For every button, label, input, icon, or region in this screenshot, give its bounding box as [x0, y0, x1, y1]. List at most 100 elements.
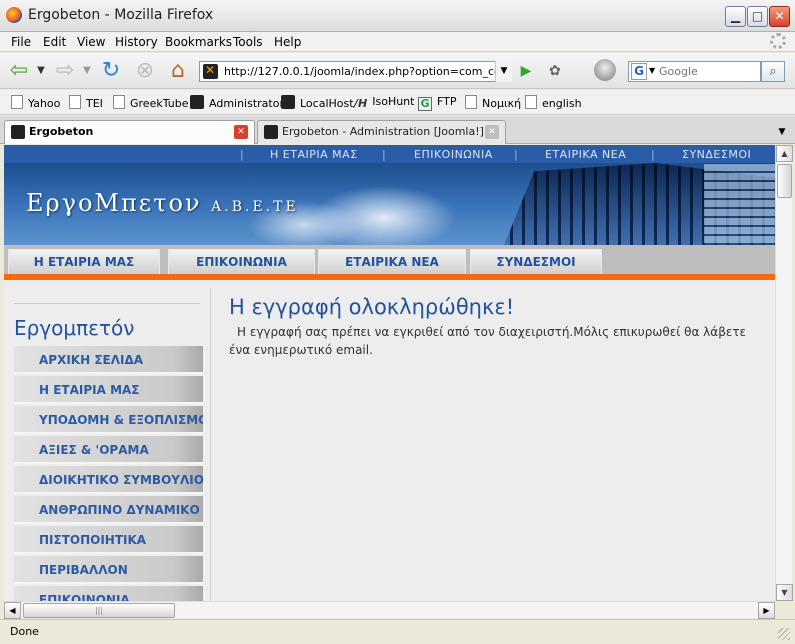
sidebar-item-contact[interactable]: ΕΠΙΚΟΙΝΩΝΙΑ [14, 586, 203, 601]
page-title: Η εγγραφή ολοκληρώθηκε! [229, 295, 515, 319]
g-icon: G [418, 97, 432, 111]
tab-ergobeton[interactable]: Ergobeton ✕ [4, 120, 255, 144]
status-text: Done [10, 625, 39, 638]
search-box[interactable]: G ▼ [628, 61, 761, 82]
page-icon [525, 95, 537, 109]
bookmark-administrator[interactable]: Administrator [190, 95, 284, 111]
sidebar-item-board[interactable]: ΔΙΟΙΚΗΤΙΚΟ ΣΥΜΒΟΥΛΙΟ [14, 466, 203, 494]
sidebar-rule [14, 303, 200, 304]
firefox-logo-icon [6, 7, 22, 23]
maximize-button[interactable]: □ [747, 6, 768, 27]
topnav-company[interactable]: Η ΕΤΑΙΡΙΑ ΜΑΣ [270, 148, 358, 161]
isohunt-icon: /H [354, 97, 368, 110]
tab-strip: Ergobeton ✕ Ergobeton - Administration [… [0, 116, 795, 144]
back-history-dropdown[interactable]: ▼ [34, 58, 48, 84]
menu-view[interactable]: View [77, 35, 105, 49]
joomla-favicon-icon [203, 63, 218, 79]
bookmark-nomiki[interactable]: Νομική [465, 95, 521, 111]
vertical-scrollbar[interactable]: ▲ ▼ [775, 145, 793, 601]
bookmarks-toolbar: Yahoo TEI GreekTube Administrator LocalH… [0, 90, 795, 115]
sidebar-item-infrastructure[interactable]: ΥΠΟΔΟΜΗ & ΕΞΟΠΛΙΣΜΟΣ [14, 406, 203, 434]
menu-history[interactable]: History [115, 35, 158, 49]
stop-icon[interactable]: ⊗ [132, 58, 158, 84]
sidebar-heading: Εργομπετόν [14, 316, 135, 340]
site-tab-news[interactable]: ΕΤΑΙΡΙΚΑ ΝΕΑ [318, 249, 466, 274]
page-icon [465, 95, 477, 109]
scroll-up-icon[interactable]: ▲ [776, 145, 793, 162]
navigation-toolbar: ⇦ ▼ ⇨ ▼ ↻ ⊗ ⌂ http://127.0.0.1/joomla/in… [0, 53, 795, 89]
tab-administration[interactable]: Ergobeton - Administration [Joomla!] ✕ [257, 120, 506, 144]
horizontal-scroll-thumb[interactable]: ||| [23, 603, 175, 618]
close-tab-icon[interactable]: ✕ [485, 125, 499, 139]
scroll-left-icon[interactable]: ◀ [4, 602, 21, 619]
bookmark-english[interactable]: english [525, 95, 582, 111]
bookmark-isohunt[interactable]: /H IsoHunt [354, 95, 414, 111]
topnav-links[interactable]: ΣΥΝΔΕΣΜΟΙ [682, 148, 751, 161]
title-bar: Ergobeton - Mozilla Firefox ▁ □ ✕ [0, 0, 795, 32]
menu-help[interactable]: Help [274, 35, 301, 49]
registration-message: Η εγγραφή σας πρέπει να εγκριθεί από τον… [229, 325, 747, 357]
site-tab-links[interactable]: ΣΥΝΔΕΣΜΟΙ [470, 249, 602, 274]
address-bar[interactable]: http://127.0.0.1/joomla/index.php?option… [199, 61, 512, 82]
site-tab-company[interactable]: Η ΕΤΑΙΡΙΑ ΜΑΣ [8, 249, 160, 274]
joomla-favicon-icon [11, 125, 25, 139]
site-tab-contact[interactable]: ΕΠΙΚΟΙΝΩΝΙΑ [168, 249, 315, 274]
sidebar-item-environment[interactable]: ΠΕΡΙΒΑΛΛΟΝ [14, 556, 203, 584]
close-tab-icon[interactable]: ✕ [234, 125, 248, 139]
google-engine-icon[interactable]: G [631, 63, 647, 80]
bookmark-tei[interactable]: TEI [69, 95, 103, 111]
building-graphic [704, 163, 775, 245]
horizontal-scrollbar[interactable]: ◀ ||| ▶ [4, 601, 775, 619]
page-icon [11, 95, 23, 109]
menu-edit[interactable]: Edit [43, 35, 66, 49]
sidebar-item-personnel[interactable]: ΑΝΘΡΩΠΙΝΟ ΔΥΝΑΜΙΚΟ [14, 496, 203, 524]
tab-list-dropdown[interactable]: ▼ [773, 122, 791, 142]
site-banner: ΕργοΜπετον Α.Β.Ε.ΤΕ [4, 163, 775, 245]
search-magnifier-icon[interactable]: ⌕ [761, 61, 785, 82]
reload-icon[interactable]: ↻ [98, 58, 124, 84]
joomla-icon [190, 95, 204, 109]
page-viewport: | Η ΕΤΑΙΡΙΑ ΜΑΣ | ΕΠΙΚΟΙΝΩΝΙΑ | ΕΤΑΙΡΙΚΑ… [4, 145, 775, 601]
status-bar: Done [0, 619, 795, 644]
site-main-tabs: Η ΕΤΑΙΡΙΑ ΜΑΣ ΕΠΙΚΟΙΝΩΝΙΑ ΕΤΑΙΡΙΚΑ ΝΕΑ Σ… [4, 245, 775, 280]
scrollbar-corner [775, 601, 792, 618]
back-arrow-icon[interactable]: ⇦ [6, 58, 32, 84]
bookmark-localhost[interactable]: LocalHost [281, 95, 354, 111]
page-icon [69, 95, 81, 109]
resize-grip-icon[interactable] [778, 628, 790, 640]
vertical-scroll-thumb[interactable] [777, 164, 792, 198]
sidebar: Εργομπετόν ΑΡΧΙΚΗ ΣΕΛΙΔΑ Η ΕΤΑΙΡΙΑ ΜΑΣ Υ… [14, 303, 210, 601]
forward-history-dropdown[interactable]: ▼ [80, 58, 94, 84]
window-title: Ergobeton - Mozilla Firefox [28, 7, 214, 23]
url-history-dropdown[interactable]: ▼ [495, 61, 512, 82]
topnav-contact[interactable]: ΕΠΙΚΟΙΝΩΝΙΑ [414, 148, 493, 161]
sidebar-divider [210, 288, 211, 601]
site-top-nav: | Η ΕΤΑΙΡΙΑ ΜΑΣ | ΕΠΙΚΟΙΝΩΝΙΑ | ΕΤΑΙΡΙΚΑ… [4, 145, 775, 163]
menu-file[interactable]: File [11, 35, 31, 49]
addon-icon[interactable]: ✿ [549, 63, 561, 79]
url-text[interactable]: http://127.0.0.1/joomla/index.php?option… [224, 65, 511, 78]
minimize-button[interactable]: ▁ [725, 6, 746, 27]
page-icon [113, 95, 125, 109]
close-window-button[interactable]: ✕ [769, 6, 790, 27]
scroll-down-icon[interactable]: ▼ [776, 584, 793, 601]
scroll-right-icon[interactable]: ▶ [758, 602, 775, 619]
avatar-icon[interactable] [594, 59, 616, 81]
engine-dropdown-icon[interactable]: ▼ [649, 66, 655, 75]
bookmark-yahoo[interactable]: Yahoo [11, 95, 60, 111]
sidebar-item-home[interactable]: ΑΡΧΙΚΗ ΣΕΛΙΔΑ [14, 346, 203, 374]
bookmark-ftp[interactable]: G FTP [418, 95, 457, 111]
topnav-news[interactable]: ΕΤΑΙΡΙΚΑ ΝΕΑ [545, 148, 626, 161]
search-input[interactable] [659, 63, 759, 80]
main-content: Η εγγραφή ολοκληρώθηκε! Η εγγραφή σας πρ… [229, 295, 769, 359]
throbber-icon [770, 33, 786, 49]
menu-tools[interactable]: Tools [233, 35, 263, 49]
sidebar-item-values[interactable]: ΑΞΙΕΣ & 'ΟΡΑΜΑ [14, 436, 203, 464]
home-icon[interactable]: ⌂ [165, 58, 191, 84]
sidebar-item-certificates[interactable]: ΠΙΣΤΟΠΟΙΗΤΙΚΑ [14, 526, 203, 554]
menu-bookmarks[interactable]: Bookmarks [165, 35, 232, 49]
go-arrow-icon[interactable]: ▶ [515, 61, 537, 82]
forward-arrow-icon[interactable]: ⇨ [52, 58, 78, 84]
sidebar-item-company[interactable]: Η ΕΤΑΙΡΙΑ ΜΑΣ [14, 376, 203, 404]
bookmark-greektube[interactable]: GreekTube [113, 95, 188, 111]
